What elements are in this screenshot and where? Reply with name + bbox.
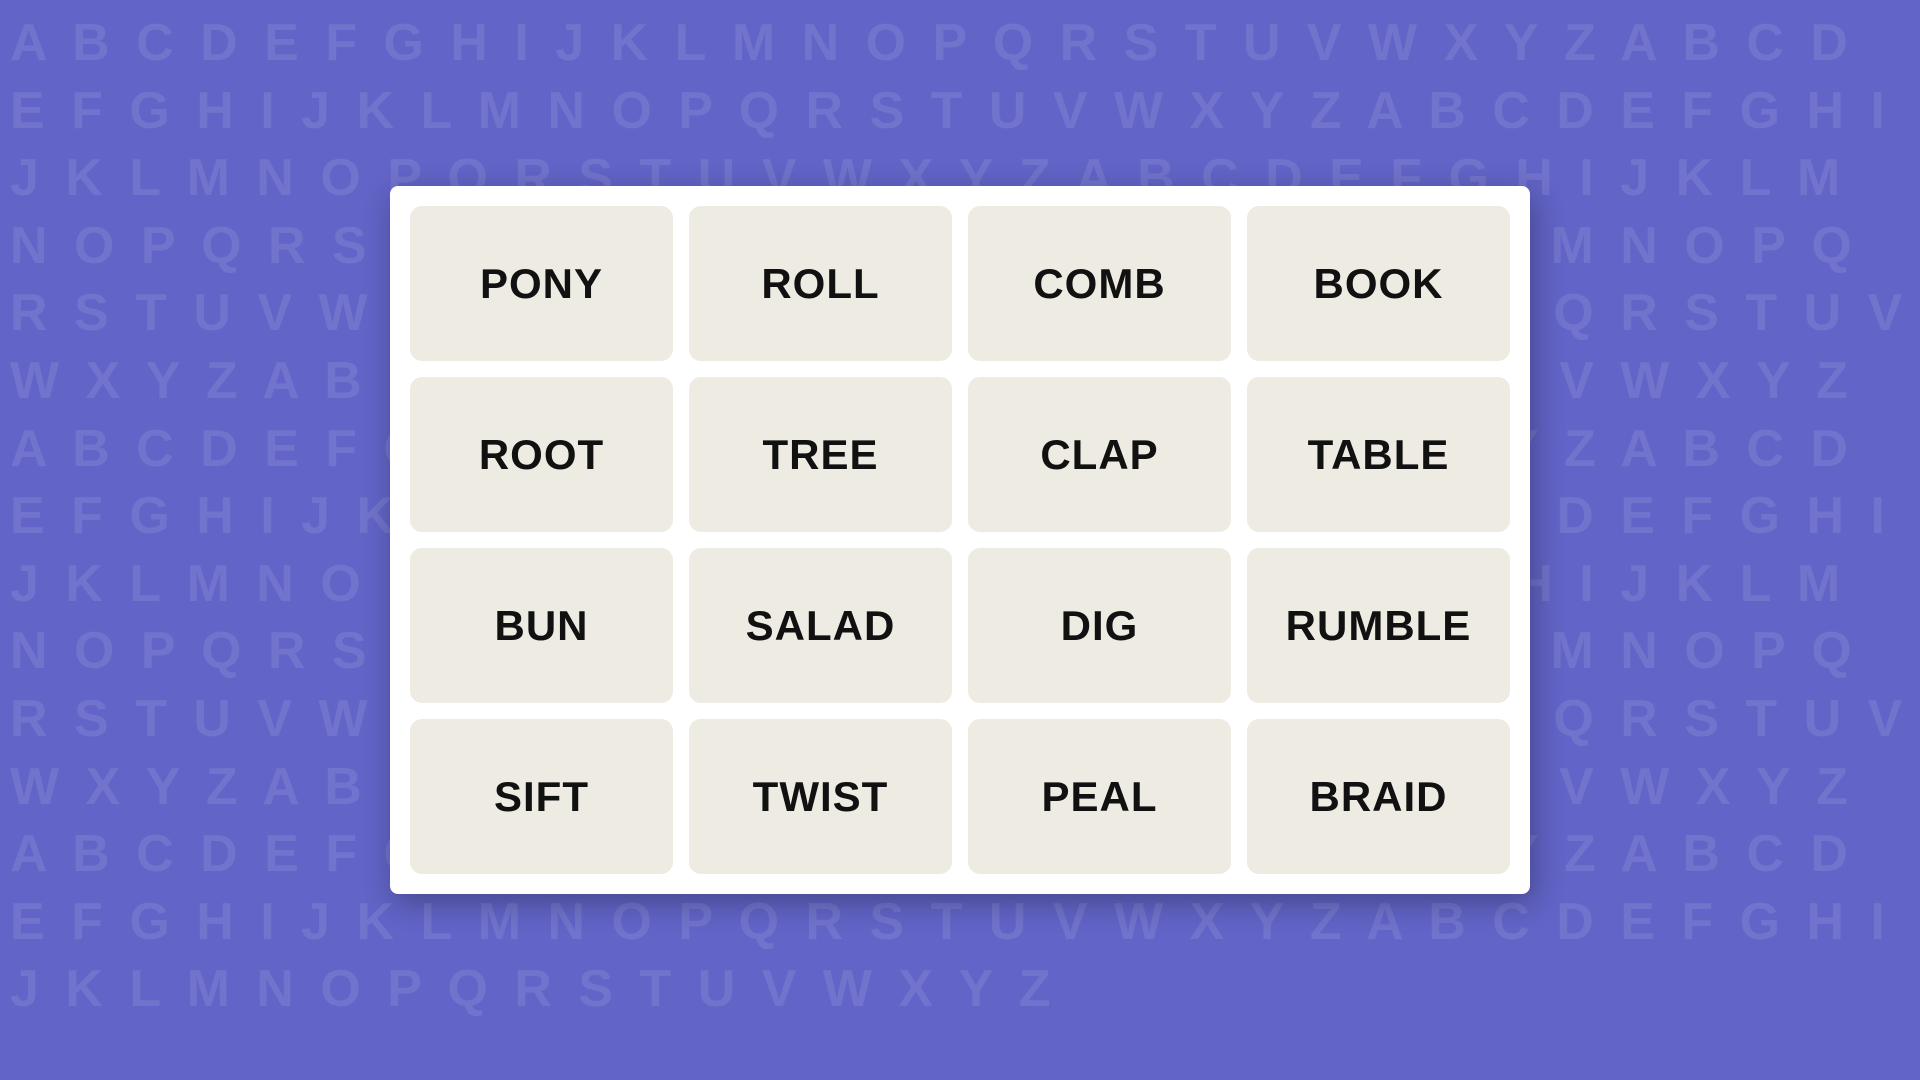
word-card-bun[interactable]: BUN <box>410 548 673 703</box>
word-label: ROOT <box>479 431 604 479</box>
word-card-braid[interactable]: BRAID <box>1247 719 1510 874</box>
word-card-rumble[interactable]: RUMBLE <box>1247 548 1510 703</box>
word-label: COMB <box>1033 260 1165 308</box>
word-label: TREE <box>762 431 878 479</box>
word-label: TWIST <box>753 773 889 821</box>
word-label: PEAL <box>1041 773 1157 821</box>
word-card-twist[interactable]: TWIST <box>689 719 952 874</box>
word-card-table[interactable]: TABLE <box>1247 377 1510 532</box>
word-card-dig[interactable]: DIG <box>968 548 1231 703</box>
word-label: BOOK <box>1314 260 1444 308</box>
word-label: RUMBLE <box>1286 602 1472 650</box>
word-card-roll[interactable]: ROLL <box>689 206 952 361</box>
word-grid-container: PONY ROLL COMB BOOK ROOT TREE CLAP TABLE BUN SALA… <box>390 186 1530 894</box>
word-card-book[interactable]: BOOK <box>1247 206 1510 361</box>
word-card-clap[interactable]: CLAP <box>968 377 1231 532</box>
word-label: PONY <box>480 260 603 308</box>
word-card-root[interactable]: ROOT <box>410 377 673 532</box>
word-card-tree[interactable]: TREE <box>689 377 952 532</box>
word-card-salad[interactable]: SALAD <box>689 548 952 703</box>
word-label: BRAID <box>1310 773 1448 821</box>
word-label: TABLE <box>1308 431 1450 479</box>
word-label: ROLL <box>761 260 879 308</box>
word-label: DIG <box>1061 602 1139 650</box>
word-label: SALAD <box>746 602 896 650</box>
word-card-comb[interactable]: COMB <box>968 206 1231 361</box>
word-card-pony[interactable]: PONY <box>410 206 673 361</box>
word-grid: PONY ROLL COMB BOOK ROOT TREE CLAP TABLE BUN SALA… <box>410 206 1510 874</box>
word-label: BUN <box>495 602 589 650</box>
word-card-peal[interactable]: PEAL <box>968 719 1231 874</box>
word-card-sift[interactable]: SIFT <box>410 719 673 874</box>
word-label: CLAP <box>1040 431 1158 479</box>
word-label: SIFT <box>494 773 589 821</box>
